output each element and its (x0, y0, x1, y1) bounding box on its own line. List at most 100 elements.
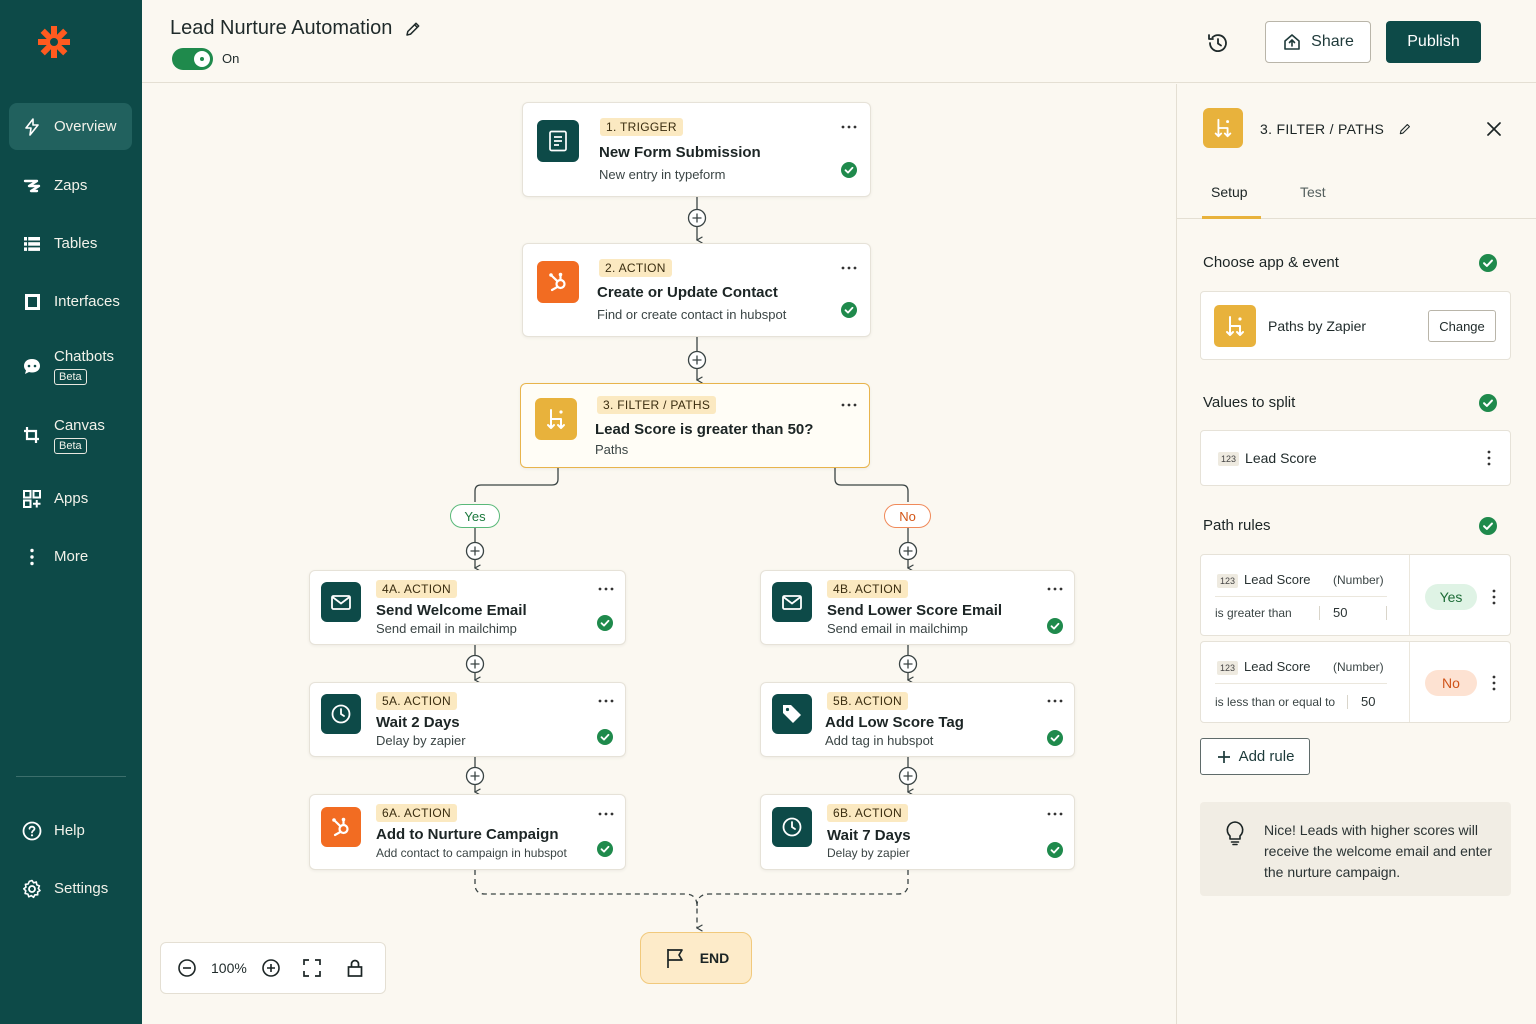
step-card-action-6a[interactable]: 6A. ACTION Add to Nurture Campaign Add c… (309, 794, 626, 870)
step-card-action-4a[interactable]: 4A. ACTION Send Welcome Email Send email… (309, 570, 626, 645)
rule-value[interactable]: 50 (1361, 694, 1375, 709)
zap-title[interactable]: Lead Nurture Automation (170, 17, 422, 40)
sidebar-item-help[interactable]: Help (9, 807, 132, 854)
add-step-plus-icon[interactable] (687, 350, 707, 370)
value-to-split-field[interactable]: 123 Lead Score (1200, 430, 1511, 486)
sidebar-item-chatbots[interactable]: Chatbots Beta (9, 340, 132, 392)
rule-field: 123 Lead Score (1217, 572, 1311, 588)
rule-operator[interactable]: is greater than (1215, 606, 1292, 620)
zapier-logo-icon[interactable] (36, 24, 72, 60)
step-label: 3. FILTER / PATHS (597, 396, 717, 414)
step-subtitle: Delay by zapier (376, 733, 466, 748)
step-label: 6A. ACTION (376, 804, 458, 822)
path-rule-row[interactable]: 123 Lead Score (Number) is greater than 5… (1200, 554, 1511, 636)
end-node[interactable]: END (640, 932, 752, 984)
sidebar-item-more[interactable]: More (9, 533, 132, 580)
more-horizontal-icon[interactable] (598, 587, 614, 591)
sidebar-item-label: Settings (54, 880, 109, 897)
more-horizontal-icon[interactable] (841, 403, 857, 407)
add-step-plus-icon[interactable] (465, 541, 485, 561)
close-icon[interactable] (1485, 120, 1503, 138)
value-field-name: Lead Score (1245, 450, 1317, 466)
rule-value[interactable]: 50 (1333, 605, 1347, 620)
branch-yes-pill[interactable]: Yes (450, 504, 500, 528)
add-step-plus-icon[interactable] (465, 654, 485, 674)
tab-setup[interactable]: Setup (1211, 184, 1248, 200)
zap-on-toggle[interactable] (172, 48, 213, 70)
change-app-button[interactable]: Change (1428, 310, 1496, 342)
more-horizontal-icon[interactable] (1047, 699, 1063, 703)
lock-icon[interactable] (345, 958, 365, 978)
chatbot-icon (24, 359, 40, 374)
zoom-out-icon[interactable] (177, 958, 197, 978)
rule-operator[interactable]: is less than or equal to (1215, 695, 1335, 709)
more-horizontal-icon[interactable] (841, 266, 857, 270)
zoom-controls: 100% (160, 942, 386, 994)
zap-canvas[interactable]: Yes No 1. TRIGGER New Form Submission Ne… (142, 84, 1176, 1024)
step-card-trigger[interactable]: 1. TRIGGER New Form Submission New entry… (522, 102, 871, 197)
add-step-plus-icon[interactable] (898, 541, 918, 561)
clock-delay-icon (772, 807, 812, 847)
divider (1409, 555, 1410, 635)
sidebar-item-apps[interactable]: Apps (9, 475, 132, 522)
mailchimp-email-icon (321, 582, 361, 622)
sidebar-item-label: Zaps (54, 177, 88, 194)
step-subtitle: New entry in typeform (599, 167, 726, 182)
history-icon[interactable] (1205, 30, 1231, 56)
clock-delay-icon (321, 694, 361, 734)
step-card-action-4b[interactable]: 4B. ACTION Send Lower Score Email Send e… (760, 570, 1075, 645)
more-vertical-icon[interactable] (1492, 589, 1496, 605)
share-button[interactable]: Share (1265, 21, 1371, 63)
sidebar-item-overview[interactable]: Overview (9, 103, 132, 150)
divider (1409, 642, 1410, 722)
sidebar-item-interfaces[interactable]: Interfaces (9, 278, 132, 325)
step-label: 5A. ACTION (376, 692, 458, 710)
step-subtitle: Send email in mailchimp (827, 621, 968, 636)
zoom-level: 100% (211, 960, 247, 976)
step-label: 5B. ACTION (827, 692, 909, 710)
step-card-action-2[interactable]: 2. ACTION Create or Update Contact Find … (522, 243, 871, 337)
number-type-tag: 123 (1217, 660, 1239, 675)
tables-icon (24, 236, 40, 251)
hubspot-app-icon (321, 807, 361, 847)
step-card-action-6b[interactable]: 6B. ACTION Wait 7 Days Delay by zapier (760, 794, 1075, 870)
tab-test[interactable]: Test (1300, 184, 1326, 200)
sidebar-item-tables[interactable]: Tables (9, 220, 132, 267)
add-step-plus-icon[interactable] (898, 654, 918, 674)
step-card-action-5b[interactable]: 5B. ACTION Add Low Score Tag Add tag in … (760, 682, 1075, 757)
sidebar-item-canvas[interactable]: Canvas Beta (9, 409, 132, 461)
fit-to-screen-icon[interactable] (302, 958, 322, 978)
step-title: Create or Update Contact (597, 284, 778, 301)
zoom-in-icon[interactable] (261, 958, 281, 978)
step-card-action-5a[interactable]: 5A. ACTION Wait 2 Days Delay by zapier (309, 682, 626, 757)
more-vertical-icon[interactable] (1492, 675, 1496, 691)
pencil-icon[interactable] (404, 20, 422, 38)
path-rule-row[interactable]: 123 Lead Score (Number) is less than or e… (1200, 641, 1511, 723)
more-horizontal-icon[interactable] (598, 812, 614, 816)
step-card-filter-paths[interactable]: 3. FILTER / PATHS Lead Score is greater … (520, 383, 870, 468)
sidebar-item-settings[interactable]: Settings (9, 865, 132, 912)
lightbulb-icon (1226, 821, 1244, 846)
check-circle-icon (597, 729, 613, 745)
add-step-plus-icon[interactable] (687, 208, 707, 228)
sidebar: Overview Zaps Tables Interfaces Chatbots… (0, 0, 142, 1024)
more-horizontal-icon[interactable] (1047, 587, 1063, 591)
publish-button[interactable]: Publish (1386, 21, 1481, 63)
tip-box: Nice! Leads with higher scores will rece… (1200, 802, 1511, 896)
more-horizontal-icon[interactable] (1047, 812, 1063, 816)
more-horizontal-icon[interactable] (598, 699, 614, 703)
zap-title-text[interactable]: Lead Nurture Automation (170, 17, 392, 40)
more-vertical-icon[interactable] (1487, 450, 1491, 466)
branch-no-pill[interactable]: No (884, 504, 931, 528)
step-title: Lead Score is greater than 50? (595, 421, 814, 438)
app-name: Paths by Zapier (1268, 318, 1367, 334)
sidebar-item-zaps[interactable]: Zaps (9, 162, 132, 209)
rule-field-name: Lead Score (1244, 572, 1311, 587)
more-horizontal-icon[interactable] (841, 125, 857, 129)
step-subtitle: Add contact to campaign in hubspot (376, 846, 567, 860)
toggle-knob (194, 51, 210, 67)
add-rule-button[interactable]: Add rule (1200, 738, 1310, 775)
pencil-icon[interactable] (1398, 122, 1412, 136)
add-step-plus-icon[interactable] (898, 766, 918, 786)
add-step-plus-icon[interactable] (465, 766, 485, 786)
